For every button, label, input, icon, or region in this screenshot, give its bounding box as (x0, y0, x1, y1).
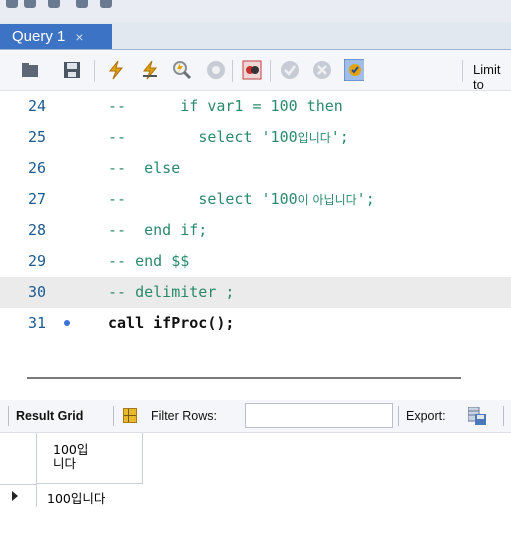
code-comment: -- (108, 159, 145, 177)
code-comment-korean: 입니다 (297, 131, 331, 145)
horizontal-scrollbar[interactable] (27, 377, 461, 379)
toolbar-partial-icon[interactable] (6, 0, 18, 8)
code-comment: -- (108, 190, 199, 208)
export-icon[interactable] (467, 406, 486, 425)
code-comment-text: select '100 (198, 190, 298, 208)
result-grid[interactable]: 100입니다 100입니다 (0, 433, 511, 548)
line-number: 30 (28, 283, 47, 301)
code-line[interactable]: 24 -- if var1 = 100 then (0, 91, 511, 122)
toggle-error-icon[interactable] (242, 60, 262, 80)
toolbar-partial-icon[interactable] (100, 0, 112, 8)
close-icon[interactable]: × (75, 29, 83, 45)
row-indicator[interactable] (0, 485, 37, 507)
code-comment: -- (108, 97, 181, 115)
code-comment-text: else (144, 159, 181, 177)
toolbar-separator (94, 60, 95, 82)
line-number: 24 (28, 97, 47, 115)
column-header[interactable]: 100입니다 (37, 433, 143, 484)
line-number: 29 (28, 252, 47, 270)
code-line-current[interactable]: 30 -- delimiter ; (0, 277, 511, 308)
tab-query-1[interactable]: Query 1 × (0, 24, 112, 49)
column-header-label: 100입니다 (53, 442, 89, 471)
rollback-icon[interactable] (312, 60, 332, 80)
code-line[interactable]: 27 -- select '100이 아닙니다'; (0, 184, 511, 215)
filter-rows-input[interactable] (245, 403, 393, 428)
toolbar-separator (503, 406, 504, 426)
export-label: Export: (406, 409, 446, 423)
code-line[interactable]: 26 -- else (0, 153, 511, 184)
grid-layout-icon[interactable] (123, 408, 137, 423)
cell-value: 100입니다 (47, 491, 106, 506)
code-comment: -- (108, 252, 136, 270)
toolbar-partial-icon[interactable] (76, 0, 88, 8)
statement-marker-icon (64, 320, 70, 326)
current-row-arrow-icon (12, 491, 18, 501)
code-comment-text: select '100 (198, 128, 298, 146)
commit-icon[interactable] (280, 60, 300, 80)
app-top-strip (0, 0, 511, 22)
code-comment: -- (108, 128, 199, 146)
code-comment: -- (108, 221, 145, 239)
result-grid-tab[interactable]: Result Grid (16, 409, 83, 423)
code-comment-text: end $$ (135, 252, 190, 270)
code-comment-text: '; (330, 128, 349, 146)
sql-editor-toolbar: Limit to (0, 50, 511, 92)
code-comment-text: end if; (144, 221, 208, 239)
explain-icon[interactable] (172, 60, 192, 80)
code-comment-text: if var1 = 100 then (180, 97, 343, 115)
open-folder-icon[interactable] (20, 60, 40, 80)
code-call-text: ifProc(); (153, 314, 235, 332)
code-comment-text: '; (356, 190, 375, 208)
grid-corner (0, 433, 37, 485)
toolbar-separator (462, 60, 463, 82)
table-cell[interactable]: 100입니다 (37, 485, 143, 507)
query-tab-bar: Query 1 × (0, 22, 511, 50)
execute-current-icon[interactable] (140, 60, 160, 80)
limit-rows-label[interactable]: Limit to (473, 62, 511, 92)
toolbar-separator (270, 60, 271, 82)
code-line[interactable]: 31 call ifProc(); (0, 308, 511, 339)
code-keyword: call (108, 314, 154, 332)
sql-editor[interactable]: 24 -- if var1 = 100 then 25 -- select '1… (0, 91, 511, 351)
execute-icon[interactable] (106, 60, 126, 80)
toolbar-separator (8, 406, 9, 426)
tab-title: Query 1 (12, 28, 66, 45)
line-number: 25 (28, 128, 47, 146)
toolbar-separator (398, 406, 399, 426)
result-toolbar: Result Grid Filter Rows: Export: (0, 400, 511, 433)
filter-rows-label: Filter Rows: (151, 409, 217, 423)
line-number: 26 (28, 159, 47, 177)
save-icon[interactable] (62, 60, 82, 80)
line-number: 27 (28, 190, 47, 208)
code-comment: -- (108, 283, 136, 301)
toolbar-partial-icon[interactable] (48, 0, 60, 8)
toolbar-partial-icon[interactable] (24, 0, 36, 8)
code-comment-text: delimiter ; (135, 283, 235, 301)
line-number: 31 (28, 314, 47, 332)
code-line[interactable]: 28 -- end if; (0, 215, 511, 246)
code-line[interactable]: 25 -- select '100입니다'; (0, 122, 511, 153)
stop-icon[interactable] (206, 60, 226, 80)
toolbar-separator (232, 60, 233, 82)
code-comment-korean: 이 아닙니다 (297, 193, 357, 207)
line-number: 28 (28, 221, 47, 239)
autocommit-icon[interactable] (344, 59, 364, 81)
toolbar-separator (113, 406, 114, 426)
code-line[interactable]: 29 -- end $$ (0, 246, 511, 277)
